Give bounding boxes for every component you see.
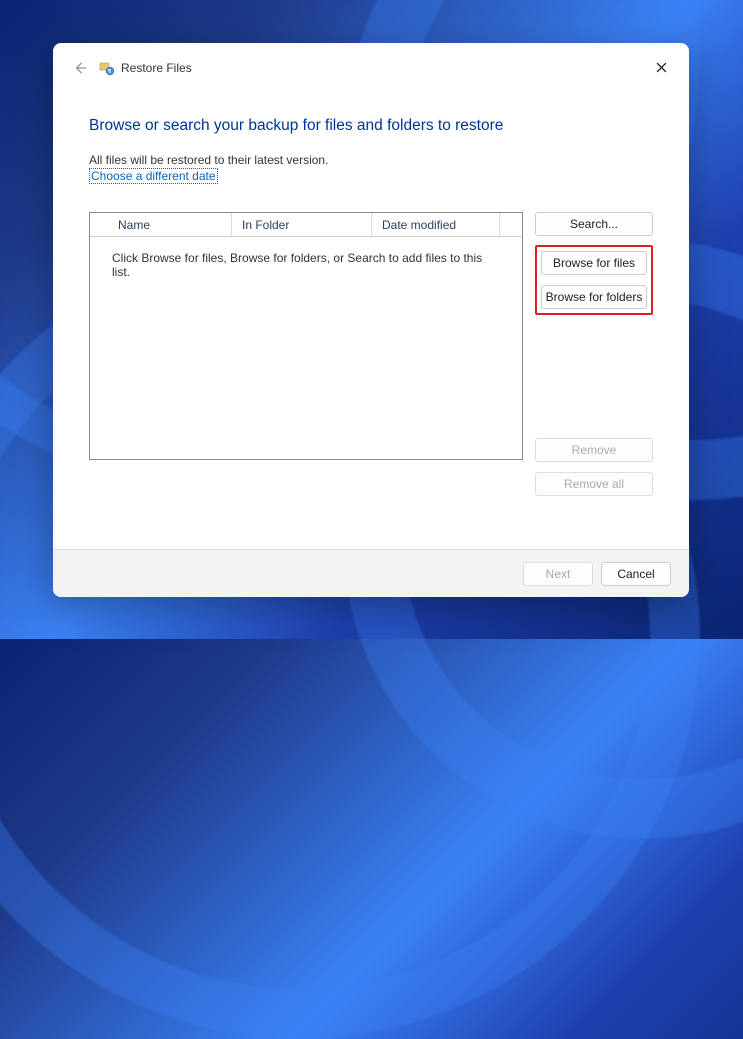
remove-button: Remove (535, 438, 653, 462)
list-header: Name In Folder Date modified (90, 213, 522, 237)
info-text: All files will be restored to their late… (89, 153, 653, 167)
side-buttons: Search... Browse for files Browse for fo… (535, 212, 653, 496)
cancel-button[interactable]: Cancel (601, 562, 671, 586)
column-in-folder[interactable]: In Folder (232, 213, 372, 236)
column-spacer (500, 213, 522, 236)
browse-files-button[interactable]: Browse for files (541, 251, 647, 275)
restore-files-icon (99, 60, 115, 76)
dialog-title: Restore Files (121, 61, 192, 75)
dialog-footer: Next Cancel (53, 549, 689, 597)
dialog-body: Browse or search your backup for files a… (53, 79, 689, 549)
back-arrow-icon[interactable] (71, 59, 89, 77)
column-name[interactable]: Name (90, 213, 232, 236)
file-list[interactable]: Name In Folder Date modified Click Brows… (89, 212, 523, 460)
browse-folders-button[interactable]: Browse for folders (541, 285, 647, 309)
main-heading: Browse or search your backup for files a… (89, 117, 653, 135)
dialog-header: Restore Files (53, 43, 689, 79)
empty-list-message: Click Browse for files, Browse for folde… (90, 237, 522, 293)
next-button: Next (523, 562, 593, 586)
search-button[interactable]: Search... (535, 212, 653, 236)
close-button[interactable] (647, 53, 675, 81)
restore-files-dialog: Restore Files Browse or search your back… (53, 43, 689, 597)
remove-all-button: Remove all (535, 472, 653, 496)
choose-date-link[interactable]: Choose a different date (89, 168, 218, 184)
browse-buttons-highlight: Browse for files Browse for folders (535, 245, 653, 315)
column-date-modified[interactable]: Date modified (372, 213, 500, 236)
